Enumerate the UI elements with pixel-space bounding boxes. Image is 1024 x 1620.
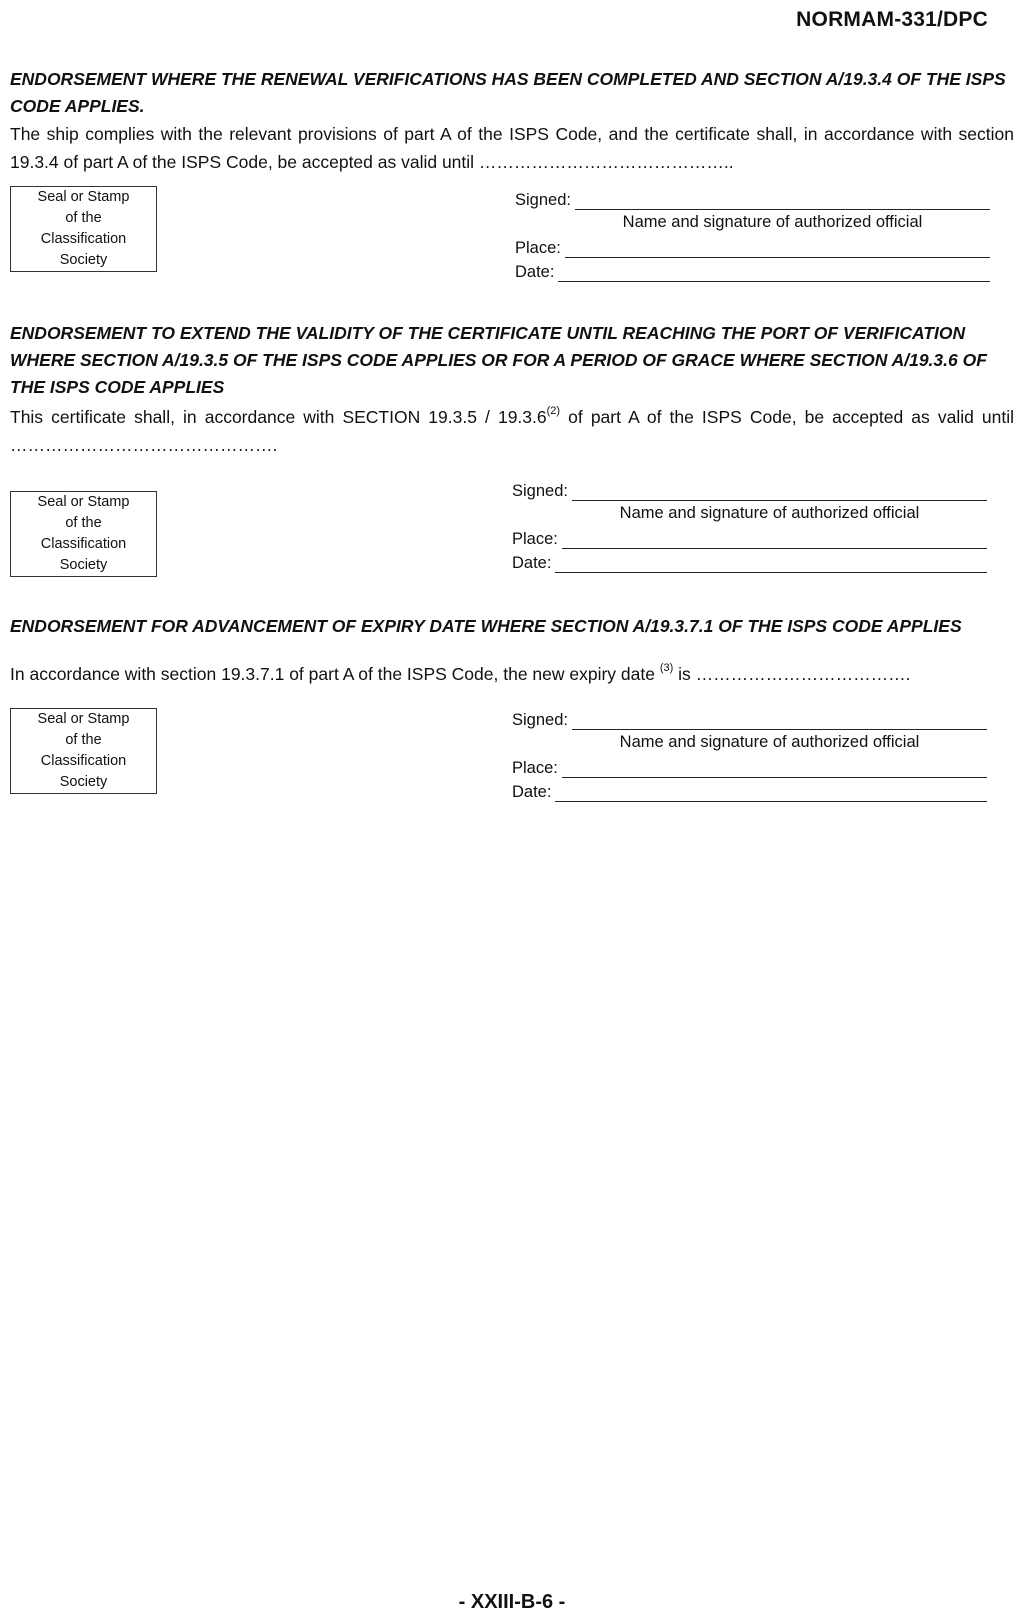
date-field [558, 267, 990, 282]
section-body: This certificate shall, in accordance wi… [10, 403, 1014, 459]
section-body: In accordance with section 19.3.7.1 of p… [10, 660, 1014, 688]
section-body: The ship complies with the relevant prov… [10, 124, 1014, 172]
place-line: Place: [512, 525, 987, 549]
date-label: Date: [515, 263, 555, 281]
official-caption: Name and signature of authorized officia… [622, 213, 923, 231]
place-field [561, 763, 987, 778]
body-text-start: This certificate shall, in accordance wi… [10, 407, 547, 427]
signed-line: Signed: [512, 706, 987, 730]
endorsement-extension-section: ENDORSEMENT TO EXTEND THE VALIDITY OF TH… [10, 320, 1014, 577]
stamp-line: Classification [40, 536, 127, 552]
body-text-end: is ………………………………. [673, 664, 911, 684]
stamp-line: Classification [40, 231, 127, 247]
signature-block: Seal or Stamp of the Classification Soci… [10, 706, 1014, 802]
date-line: Date: [512, 549, 987, 573]
signed-field [574, 195, 990, 210]
date-label: Date: [512, 554, 552, 572]
stamp-line: Seal or Stamp [37, 711, 130, 727]
place-label: Place: [512, 759, 558, 777]
section-heading: ENDORSEMENT FOR ADVANCEMENT OF EXPIRY DA… [10, 616, 962, 636]
date-line: Date: [515, 258, 990, 282]
signed-label: Signed: [515, 191, 571, 209]
signature-block: Seal or Stamp of the Classification Soci… [10, 186, 1014, 282]
signed-field [571, 715, 987, 730]
place-label: Place: [515, 239, 561, 257]
endorsement-renewal-section: ENDORSEMENT WHERE THE RENEWAL VERIFICATI… [10, 66, 1014, 282]
page-number: - XXIII-B-6 - [458, 1591, 566, 1613]
endorsement-advancement-section: ENDORSEMENT FOR ADVANCEMENT OF EXPIRY DA… [10, 613, 1014, 802]
section-heading: ENDORSEMENT TO EXTEND THE VALIDITY OF TH… [10, 323, 987, 397]
signature-area: Signed: Name and signature of authorized… [512, 477, 987, 573]
document-code: NORMAM-331/DPC [796, 8, 988, 31]
date-field [555, 787, 987, 802]
place-label: Place: [512, 530, 558, 548]
stamp-line: of the [65, 732, 102, 748]
stamp-line: Seal or Stamp [37, 189, 130, 205]
signed-label: Signed: [512, 711, 568, 729]
date-field [555, 558, 987, 573]
body-text-start: In accordance with section 19.3.7.1 of p… [10, 664, 660, 684]
stamp-line: of the [65, 210, 102, 226]
stamp-line: Seal or Stamp [37, 494, 130, 510]
stamp-line: Society [59, 252, 108, 268]
signature-area: Signed: Name and signature of authorized… [512, 706, 987, 802]
stamp-line: Society [59, 557, 108, 573]
stamp-line: Classification [40, 753, 127, 769]
signed-label: Signed: [512, 482, 568, 500]
stamp-line: Society [59, 774, 108, 790]
signed-line: Signed: [515, 186, 990, 210]
seal-stamp-box: Seal or Stamp of the Classification Soci… [10, 491, 157, 577]
official-caption: Name and signature of authorized officia… [619, 733, 920, 751]
seal-stamp-box: Seal or Stamp of the Classification Soci… [10, 708, 157, 794]
signed-field [571, 486, 987, 501]
official-caption: Name and signature of authorized officia… [619, 504, 920, 522]
stamp-line: of the [65, 515, 102, 531]
footnote-ref: (3) [659, 662, 674, 675]
place-field [561, 534, 987, 549]
section-heading: ENDORSEMENT WHERE THE RENEWAL VERIFICATI… [10, 69, 1006, 116]
place-field [564, 243, 990, 258]
date-line: Date: [512, 778, 987, 802]
signature-area: Signed: Name and signature of authorized… [515, 186, 990, 282]
seal-stamp-box: Seal or Stamp of the Classification Soci… [10, 186, 157, 272]
date-label: Date: [512, 783, 552, 801]
place-line: Place: [515, 234, 990, 258]
signature-block: Seal or Stamp of the Classification Soci… [10, 477, 1014, 577]
signed-line: Signed: [512, 477, 987, 501]
place-line: Place: [512, 754, 987, 778]
footnote-ref: (2) [546, 405, 561, 418]
